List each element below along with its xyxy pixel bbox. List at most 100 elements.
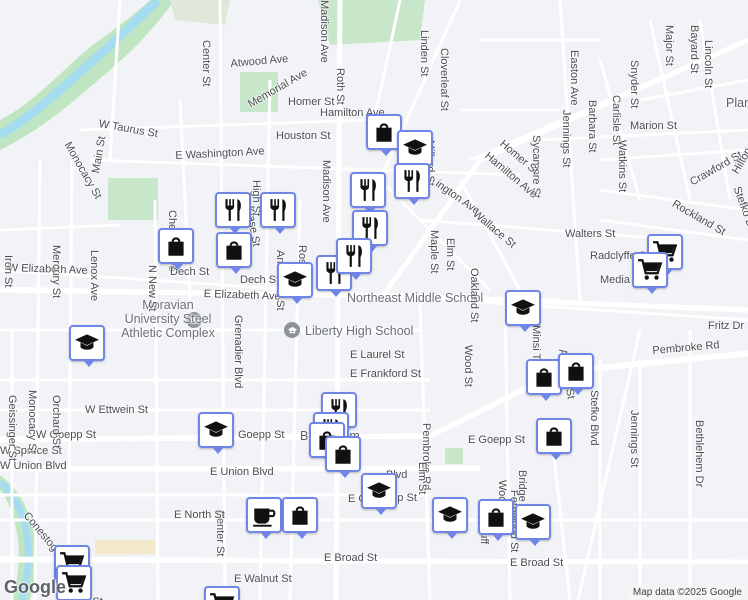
street-label-lincoln: Lincoln St <box>702 40 714 89</box>
graduation-cap-icon <box>510 295 536 321</box>
graduation-cap-marker[interactable] <box>277 262 313 304</box>
street-label-e-frankford: E Frankford St <box>350 368 421 380</box>
restaurant-marker[interactable] <box>336 238 372 280</box>
graduation-cap-marker[interactable] <box>397 130 433 172</box>
street-label-walters: Walters St <box>565 228 616 240</box>
street-label-e-walnut: E Walnut St <box>234 573 292 585</box>
shopping-bag-marker[interactable] <box>216 232 252 274</box>
restaurant-icon <box>265 197 291 223</box>
street-label-elm-b: Elm St <box>416 462 428 495</box>
street-label-w-goepp: W Goepp St <box>36 429 96 441</box>
shopping-bag-icon <box>563 358 589 384</box>
shopping-bag-icon <box>221 237 247 263</box>
street-label-monocacy-b: Monocacy St <box>26 390 38 454</box>
street-label-mercury: Mercury St <box>50 245 62 299</box>
street-label-n-new: N New St <box>146 265 158 312</box>
street-label-center-top: Center St <box>200 40 212 87</box>
street-label-jennings-t: Jennings St <box>560 110 572 168</box>
restaurant-marker[interactable] <box>350 172 386 214</box>
restaurant-icon <box>399 168 425 194</box>
street-label-w-union: W Union Blvd <box>0 460 67 472</box>
shopping-bag-marker[interactable] <box>478 499 514 541</box>
shopping-bag-icon <box>371 119 397 145</box>
poi-label-northeast-middle-school[interactable]: Northeast Middle School <box>347 292 483 305</box>
google-logo: Google <box>4 577 66 597</box>
street-label-easton: Easton Ave <box>568 50 580 106</box>
street-label-w-ettwein: W Ettwein St <box>85 404 148 416</box>
graduation-cap-marker[interactable] <box>198 412 234 454</box>
shopping-bag-icon <box>483 504 509 530</box>
graduation-cap-marker[interactable] <box>432 497 468 539</box>
street-label-jennings-b: Jennings St <box>628 410 640 468</box>
street-label-major: Major St <box>663 25 675 66</box>
graduation-cap-icon <box>203 417 229 443</box>
street-label-lenox: Lenox Ave <box>88 250 100 302</box>
map-attribution: Map data ©2025 Google <box>626 586 748 600</box>
shopping-bag-icon <box>531 364 557 390</box>
graduation-cap-marker[interactable] <box>69 325 105 367</box>
street-label-madison-mid: Madison Ave <box>320 160 332 223</box>
shopping-cart-marker[interactable] <box>632 252 668 294</box>
street-label-oakland: Oakland St <box>468 268 480 323</box>
shopping-bag-marker[interactable] <box>282 497 318 539</box>
street-label-grenadier: Grenadier Blvd <box>232 315 244 389</box>
graduation-cap-icon <box>437 502 463 528</box>
street-label-elm-t: Elm St <box>444 238 456 271</box>
shopping-bag-marker[interactable] <box>558 353 594 395</box>
graduation-cap-icon <box>74 330 100 356</box>
graduation-cap-icon <box>402 135 428 161</box>
poi-label-liberty-high-school[interactable]: Liberty High School <box>305 325 413 338</box>
restaurant-icon <box>220 197 246 223</box>
street-label-stefko-b: Stefko Blvd <box>588 390 600 446</box>
graduation-cap-marker[interactable] <box>505 290 541 332</box>
street-label-linden: Linden St <box>418 30 430 77</box>
shopping-bag-marker[interactable] <box>158 228 194 270</box>
street-label-e-union: E Union Blvd <box>210 466 274 478</box>
street-label-bayard: Bayard St <box>688 25 700 74</box>
street-label-fritz: Fritz Dr <box>708 320 745 332</box>
shopping-cart-icon <box>637 257 663 283</box>
street-label-bethlehem-dr: Bethlehem Dr <box>693 420 705 488</box>
coffee-icon <box>251 502 277 528</box>
street-label-watkins: Watkins St <box>616 140 628 193</box>
shopping-bag-icon <box>541 423 567 449</box>
street-label-geissinger: Geissinger St <box>6 395 18 462</box>
shopping-bag-marker[interactable] <box>526 359 562 401</box>
shopping-bag-marker[interactable] <box>536 418 572 460</box>
street-label-e-broad-r: E Broad St <box>510 557 564 569</box>
restaurant-icon <box>355 177 381 203</box>
shopping-bag-marker[interactable] <box>325 436 361 478</box>
street-label-plan-frag: Plan <box>726 96 748 110</box>
street-label-carlisle: Carlisle St <box>610 95 622 146</box>
street-label-maple: Maple St <box>428 230 440 274</box>
shopping-cart-icon <box>209 591 235 600</box>
restaurant-marker[interactable] <box>215 192 251 234</box>
shopping-cart-marker[interactable] <box>204 586 240 600</box>
map-canvas[interactable]: Northeast Middle School Liberty High Sch… <box>0 0 748 600</box>
graduation-cap-icon <box>520 509 546 535</box>
graduation-cap-marker[interactable] <box>361 473 397 515</box>
street-label-wood-t: Wood St <box>462 345 474 387</box>
street-label-madison-top: Madison Ave <box>318 0 330 63</box>
poi-label-moravian-steel-athletic[interactable]: Moravian University Steel Athletic Compl… <box>118 298 218 340</box>
coffee-marker[interactable] <box>246 497 282 539</box>
restaurant-icon <box>341 243 367 269</box>
restaurant-marker[interactable] <box>394 163 430 205</box>
graduation-cap-marker[interactable] <box>515 504 551 546</box>
street-label-roth: Roth St <box>334 68 346 105</box>
street-label-goepp-mid: Goepp St <box>238 429 285 441</box>
street-label-snyder: Snyder St <box>628 60 640 109</box>
street-label-e-laurel: E Laurel St <box>350 349 405 361</box>
shopping-bag-icon <box>163 233 189 259</box>
shopping-bag-icon <box>287 502 313 528</box>
restaurant-marker[interactable] <box>260 192 296 234</box>
street-label-orchard: Orchard St <box>50 395 62 449</box>
graduation-cap-icon <box>366 478 392 504</box>
street-label-e-north: E North St <box>174 509 225 521</box>
street-label-irons: Iron St <box>2 255 14 288</box>
street-label-marion: Marion St <box>630 120 678 132</box>
street-label-cloverleaf: Cloverleaf St <box>438 48 450 111</box>
street-label-e-broad: E Broad St <box>324 552 378 564</box>
shopping-bag-icon <box>330 441 356 467</box>
street-label-houston: Houston St <box>276 130 331 142</box>
